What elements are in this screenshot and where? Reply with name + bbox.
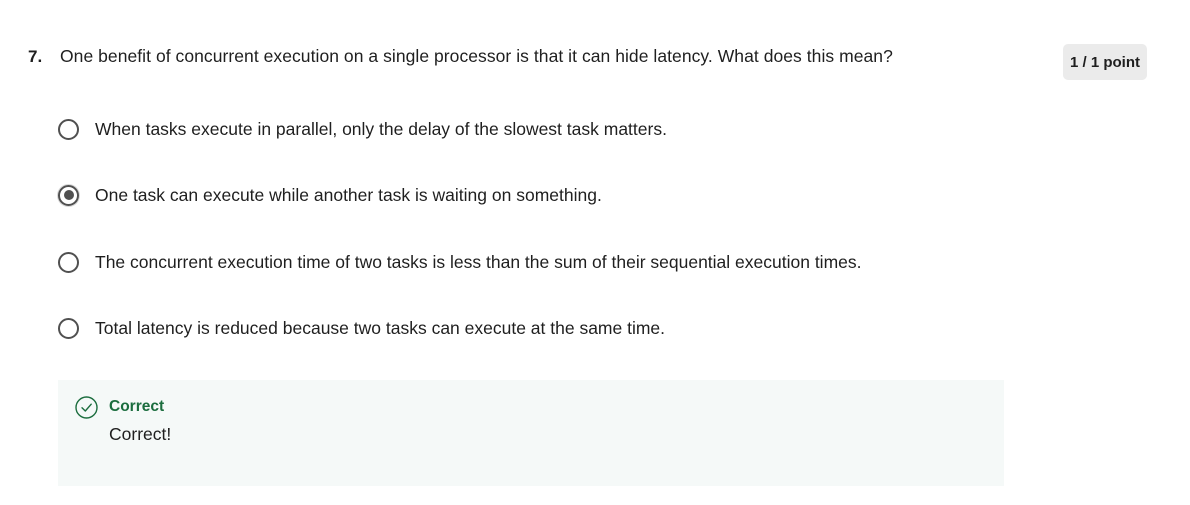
question-text: One benefit of concurrent execution on a… <box>60 46 893 66</box>
radio-button-3[interactable] <box>58 251 79 273</box>
answer-option-label: When tasks execute in parallel, only the… <box>95 118 667 139</box>
feedback-panel: Correct Correct! <box>58 380 1004 486</box>
answer-option-label: The concurrent execution time of two tas… <box>95 251 862 272</box>
points-badge: 1 / 1 point <box>1063 44 1147 80</box>
question-number: 7. <box>28 47 43 66</box>
answer-option-1[interactable]: When tasks execute in parallel, only the… <box>58 116 667 142</box>
check-circle-icon <box>75 396 98 419</box>
radio-button-1[interactable] <box>58 118 79 140</box>
answer-option-label: One task can execute while another task … <box>95 184 602 205</box>
answer-option-2[interactable]: One task can execute while another task … <box>58 182 602 208</box>
radio-button-2-selected[interactable] <box>58 184 79 206</box>
radio-button-4[interactable] <box>58 317 79 339</box>
feedback-message: Correct! <box>109 424 172 444</box>
answer-option-label: Total latency is reduced because two tas… <box>95 317 666 338</box>
answer-option-4[interactable]: Total latency is reduced because two tas… <box>58 315 665 341</box>
answer-option-3[interactable]: The concurrent execution time of two tas… <box>58 249 862 275</box>
feedback-status: Correct <box>109 398 165 415</box>
